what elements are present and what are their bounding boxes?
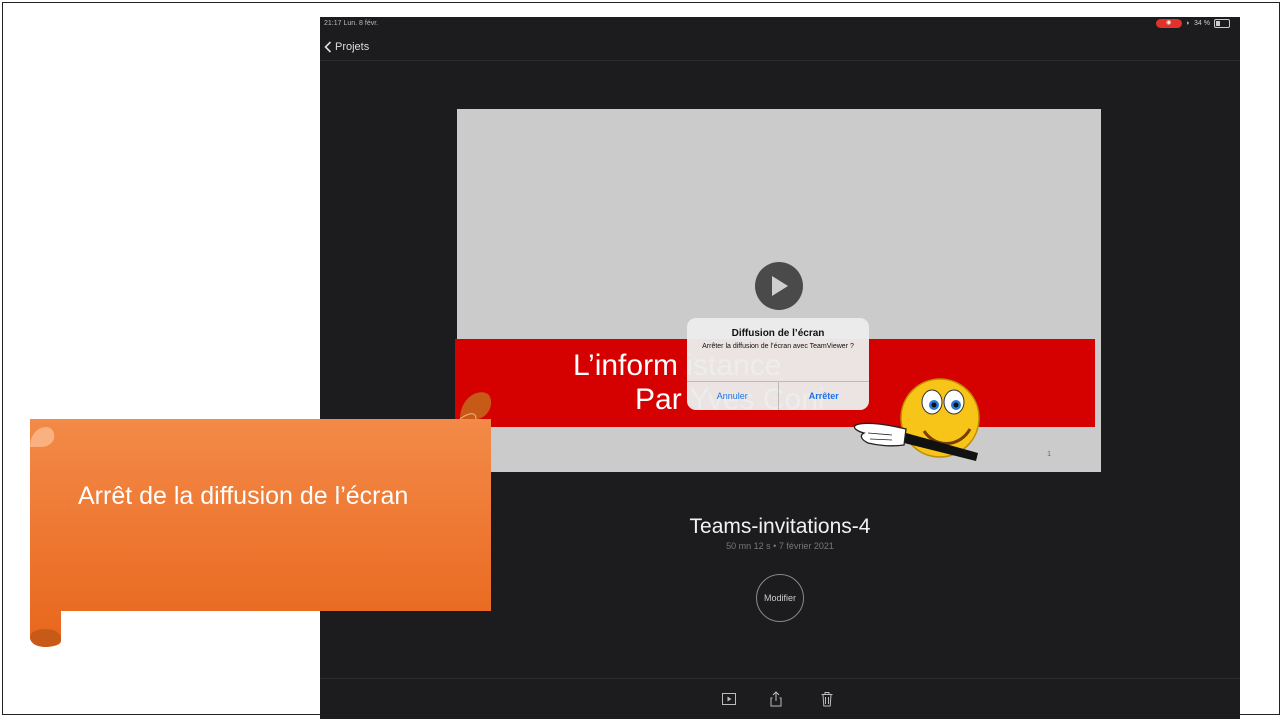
status-bar: 21:17 Lun. 8 févr. ◉ ◗ 34 % [320,17,1240,31]
cancel-button[interactable]: Annuler [687,382,778,410]
back-label: Projets [335,41,370,53]
play-box-icon[interactable] [721,691,737,707]
battery-icon [1214,19,1230,28]
battery-percent: 34 % [1194,20,1210,27]
pointing-hand-icon [853,378,980,461]
divider [320,60,1240,61]
callout-banner [30,392,492,647]
status-indicators: ◉ ◗ 34 % [1155,19,1230,28]
alert-dialog: Diffusion de l’écran Arrêter la diffusio… [687,318,869,410]
trash-icon[interactable] [819,691,835,707]
play-icon [772,276,788,296]
alert-message: Arrêter la diffusion de l’écran avec Tea… [702,343,854,350]
status-time: 21:17 Lun. 8 févr. [324,20,379,27]
play-button[interactable] [755,262,803,310]
edit-button[interactable]: Modifier [756,574,804,622]
chevron-left-icon [324,41,332,53]
recording-indicator: ◉ [1155,19,1182,28]
alert-title: Diffusion de l’écran [731,328,825,339]
slide-page-number: 1 [1047,451,1051,458]
slide-preview[interactable]: L’inform istance Par Yves Coni 1 Diffusi… [455,109,1101,472]
back-button[interactable]: Projets [324,41,369,53]
alert-buttons: Annuler Arrêter [687,381,869,410]
wifi-icon: ◗ [1185,20,1191,27]
bottom-toolbar [320,678,1240,719]
share-icon[interactable] [768,691,784,707]
callout-text: Arrêt de la diffusion de l’écran [78,482,409,510]
